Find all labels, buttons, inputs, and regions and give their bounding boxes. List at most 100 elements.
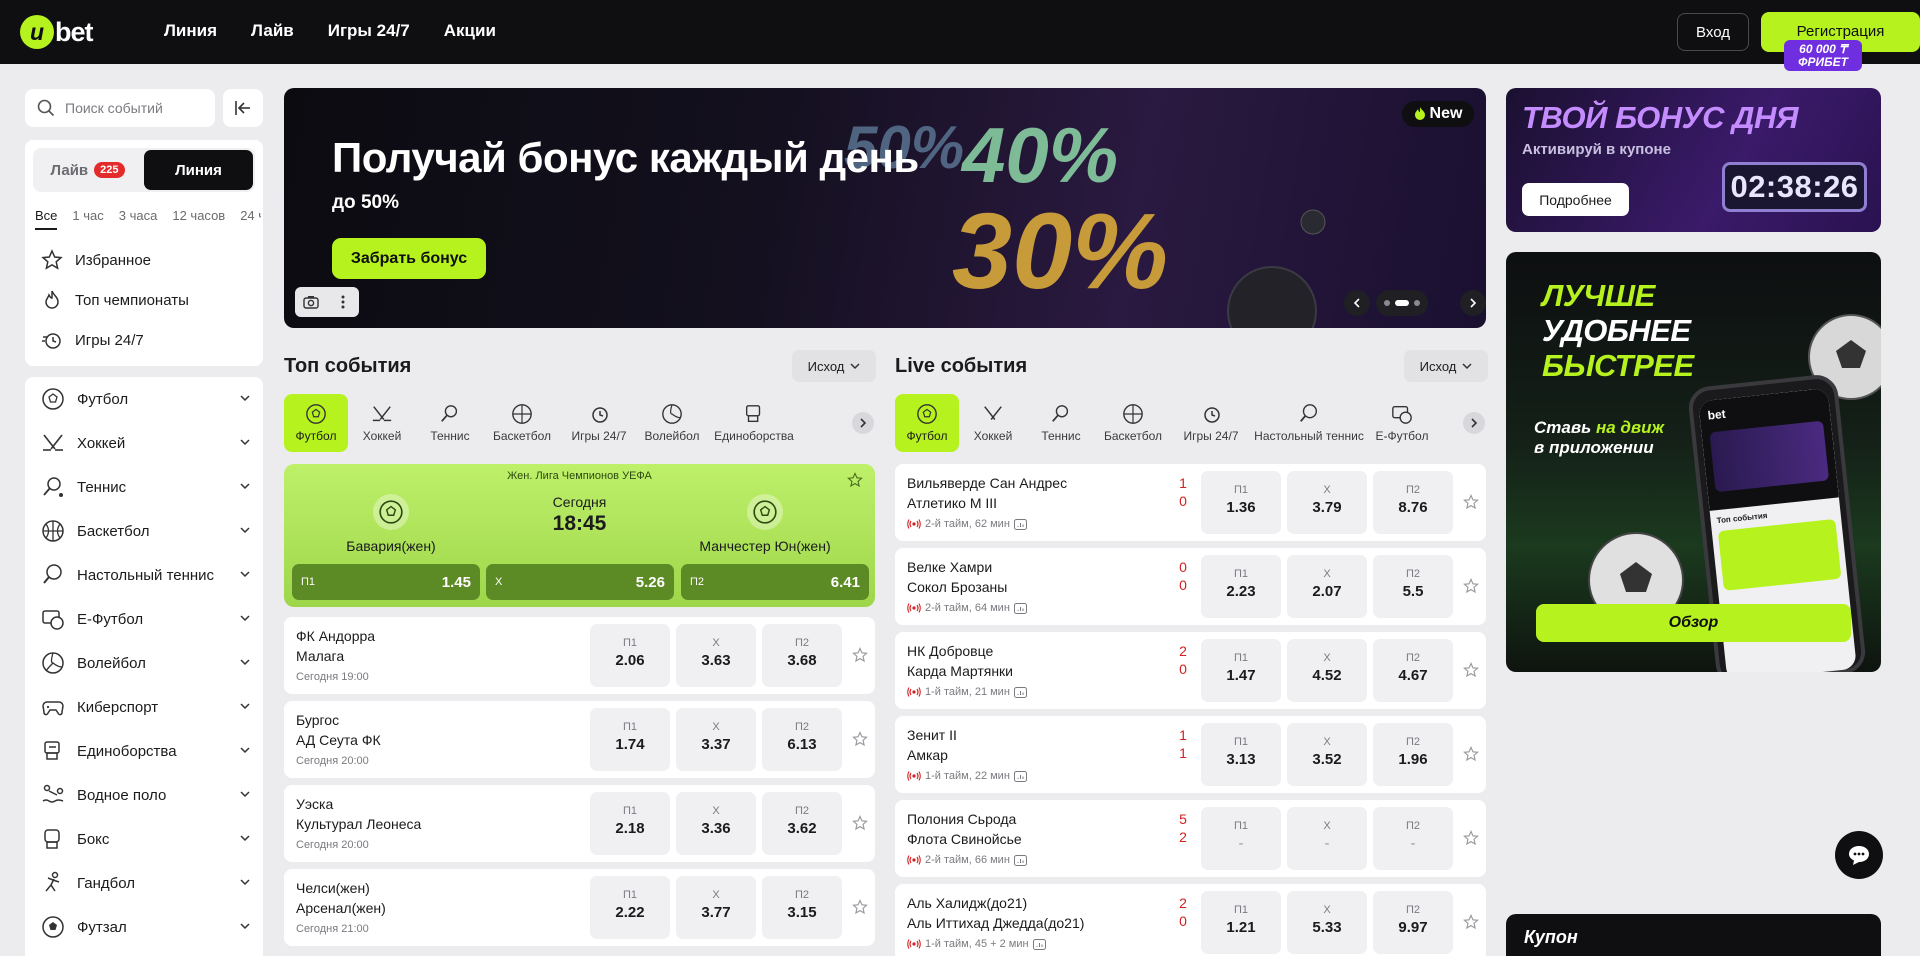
tab-efootball[interactable]: Е-Футбол [1367,394,1437,452]
live-match-row[interactable]: Зенит II Амкар 1 1 1-й тайм, 22 мин П1 3.1… [895,716,1486,793]
search-input[interactable] [65,100,205,116]
top-tabs-next-button[interactable] [852,412,874,434]
tab-football[interactable]: Футбол [895,394,959,452]
odd-button[interactable]: П1 1.21 [1201,891,1281,954]
live-market-dropdown[interactable]: Исход [1404,350,1488,382]
promo-banner[interactable]: 50% 40% 30% Получай бонус каждый день до… [284,88,1486,328]
odd-button[interactable]: П2 3.68 [762,624,842,687]
tab-hockey[interactable]: Хоккей [348,394,416,452]
top-match-row[interactable]: Челси(жен) Арсенал(жен) Сегодня 21:00 П1 2… [284,869,875,946]
odd-button[interactable]: П1 1.47 [1201,639,1281,702]
odd-button[interactable]: П1 2.18 [590,792,670,855]
switch-live[interactable]: Лайв 225 [33,148,142,192]
tab-games[interactable]: Игры 24/7 [1171,394,1251,452]
live-match-row[interactable]: НК Добровце Карда Мартянки 2 0 1-й тайм,… [895,632,1486,709]
banner-cta-button[interactable]: Забрать бонус [332,238,486,279]
tab-games[interactable]: Игры 24/7 [560,394,638,452]
favorite-button[interactable] [852,731,868,747]
odd-button[interactable]: П2 1.96 [1373,723,1453,786]
odd-button[interactable]: П2 3.62 [762,792,842,855]
tab-table-tennis[interactable]: Настольный теннис [1251,394,1367,452]
odd-button[interactable]: П1 1.36 [1201,471,1281,534]
dot[interactable] [1384,300,1390,306]
featured-odd-p1[interactable]: П1 1.45 [292,564,480,600]
favorite-button[interactable] [1463,830,1479,846]
sidebar-link-games[interactable]: Игры 24/7 [41,329,144,351]
odd-button[interactable]: Х 3.79 [1287,471,1367,534]
odd-button[interactable]: Х 5.33 [1287,891,1367,954]
featured-match-card[interactable]: Жен. Лига Чемпионов УЕФА Бавария(жен) Се… [284,464,875,607]
featured-odd-p2[interactable]: П2 6.41 [681,564,869,600]
favorite-button[interactable] [1463,494,1479,510]
sidebar-sport-efootball[interactable]: Е-Футбол [41,597,251,641]
sidebar-link-favorites[interactable]: Избранное [41,249,151,271]
top-market-dropdown[interactable]: Исход [792,350,876,382]
tab-hockey[interactable]: Хоккей [959,394,1027,452]
sidebar-sport-water-polo[interactable]: Водное поло [41,773,251,817]
tab-tennis[interactable]: Теннис [1027,394,1095,452]
sidebar-sport-handball[interactable]: Гандбол [41,861,251,905]
nav-games[interactable]: Игры 24/7 [328,21,410,41]
stats-icon[interactable] [1013,770,1027,782]
star-icon[interactable] [847,472,863,488]
tab-tennis[interactable]: Теннис [416,394,484,452]
sidebar-sport-tennis[interactable]: Теннис [41,465,251,509]
odd-button[interactable]: Х- [1287,807,1367,870]
odd-button[interactable]: Х 2.07 [1287,555,1367,618]
sidebar-sport-martial-arts[interactable]: Единоборства [41,729,251,773]
favorite-button[interactable] [852,899,868,915]
sidebar-sport-hockey[interactable]: Хоккей [41,421,251,465]
time-filter-3h[interactable]: 3 часа [119,208,158,230]
stats-icon[interactable] [1013,854,1027,866]
sidebar-sport-esports[interactable]: Киберспорт [41,685,251,729]
favorite-button[interactable] [1463,662,1479,678]
favorite-button[interactable] [852,647,868,663]
promo-overview-button[interactable]: Обзор [1536,604,1851,642]
odd-button[interactable]: П2 9.97 [1373,891,1453,954]
stats-icon[interactable] [1032,938,1046,950]
tab-basketball[interactable]: Баскетбол [1095,394,1171,452]
favorite-button[interactable] [1463,914,1479,930]
odd-button[interactable]: П2 5.5 [1373,555,1453,618]
logo[interactable]: u bet [20,15,93,49]
odd-button[interactable]: П1 1.74 [590,708,670,771]
odd-button[interactable]: П1 2.22 [590,876,670,939]
login-button[interactable]: Вход [1677,13,1749,51]
daily-bonus-card[interactable]: ТВОЙ БОНУС ДНЯ Активируй в купоне Подроб… [1506,88,1881,232]
featured-odd-x[interactable]: Х 5.26 [486,564,674,600]
odd-button[interactable]: П1 2.06 [590,624,670,687]
sidebar-sport-football[interactable]: Футбол [41,377,251,421]
live-tabs-next-button[interactable] [1463,412,1485,434]
app-promo-card[interactable]: ЛУЧШЕ УДОБНЕЕ БЫСТРЕЕ Ставь на движ в пр… [1506,252,1881,672]
more-button[interactable] [327,287,359,317]
sidebar-sport-boxing[interactable]: Бокс [41,817,251,861]
odd-button[interactable]: Х 3.77 [676,876,756,939]
top-match-row[interactable]: Уэска Культурал Леонеса Сегодня 20:00 П1 2… [284,785,875,862]
nav-promos[interactable]: Акции [444,21,496,41]
odd-button[interactable]: П1 - [1201,807,1281,870]
odd-button[interactable]: П2 - [1373,807,1453,870]
top-match-row[interactable]: ФК Андорра Малага Сегодня 19:00 П1 2.06 Х 3.… [284,617,875,694]
odd-button[interactable]: П2 4.67 [1373,639,1453,702]
odd-button[interactable]: Х 4.52 [1287,639,1367,702]
banner-prev-button[interactable] [1344,290,1370,316]
favorite-button[interactable] [1463,578,1479,594]
time-filter-all[interactable]: Все [35,208,58,230]
odd-button[interactable]: Х 3.37 [676,708,756,771]
live-match-row[interactable]: Вильяверде Сан Андрес Атлетико М III 1 0… [895,464,1486,541]
favorite-button[interactable] [1463,746,1479,762]
sidebar-link-top-championships[interactable]: Топ чемпионаты [41,289,189,311]
odd-button[interactable]: П2 6.13 [762,708,842,771]
live-match-row[interactable]: Велке Хамри Сокол Брозаны 0 0 2-й тайм, … [895,548,1486,625]
coupon-panel[interactable]: Купон [1506,914,1881,956]
tab-basketball[interactable]: Баскетбол [484,394,560,452]
camera-button[interactable] [295,287,327,317]
odd-button[interactable]: П1 3.13 [1201,723,1281,786]
time-filter-1h[interactable]: 1 час [72,208,103,230]
chat-button[interactable] [1835,831,1883,879]
top-match-row[interactable]: Бургос АД Сеута ФК Сегодня 20:00 П1 1.74 Х 3… [284,701,875,778]
stats-icon[interactable] [1013,686,1027,698]
odd-button[interactable]: П2 8.76 [1373,471,1453,534]
nav-live[interactable]: Лайв [251,21,294,41]
banner-next-button[interactable] [1460,290,1486,316]
